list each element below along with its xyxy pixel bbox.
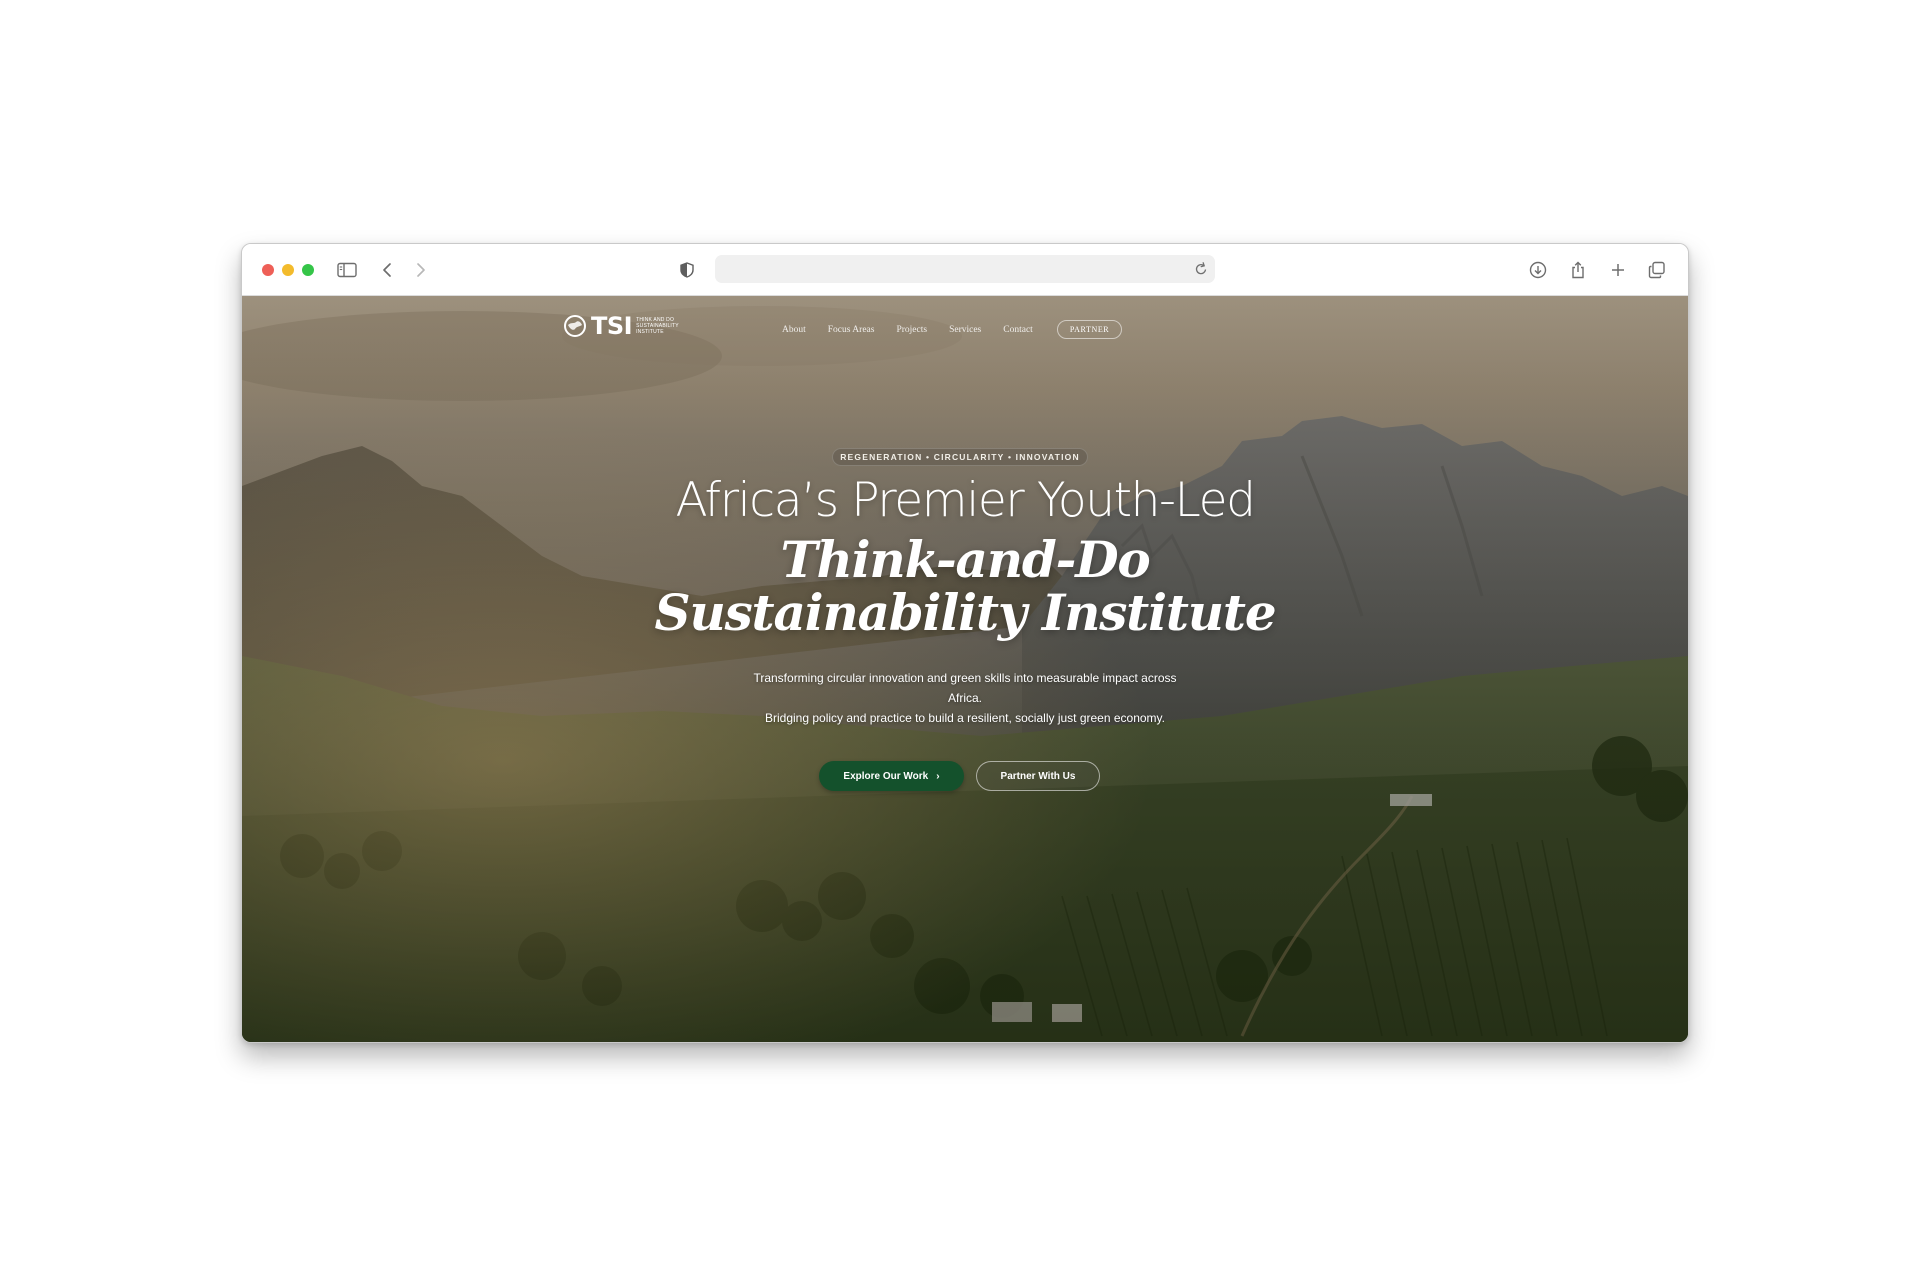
web-page: TSI THINK AND DO SUSTAINABILITY INSTITUT… — [242, 296, 1688, 1042]
explore-our-work-label: Explore Our Work — [843, 770, 929, 782]
partner-with-us-label: Partner With Us — [1000, 770, 1076, 782]
download-icon[interactable] — [1525, 258, 1551, 282]
hero-description-line1: Transforming circular innovation and gre… — [753, 671, 1177, 685]
hero-headline-line1: Africa’s Premier Youth-Led — [675, 473, 1255, 528]
explore-our-work-button[interactable]: Explore Our Work › — [819, 761, 964, 791]
globe-leaf-icon — [564, 315, 586, 337]
new-tab-icon[interactable] — [1605, 258, 1631, 282]
reload-icon[interactable] — [1194, 261, 1208, 282]
logo-wordmark: TSI — [591, 312, 633, 340]
back-icon[interactable] — [375, 258, 401, 282]
tabs-overview-icon[interactable] — [1644, 258, 1670, 282]
nav-services[interactable]: Services — [949, 325, 981, 335]
hero-tagline: REGENERATION • CIRCULARITY • INNOVATION — [832, 448, 1088, 466]
browser-toolbar — [242, 244, 1688, 296]
nav-partner-button[interactable]: PARTNER — [1056, 320, 1123, 339]
shield-icon[interactable] — [674, 258, 700, 282]
hero-headline-line3: Sustainability Institute — [654, 583, 1277, 642]
hero-description-line3: Bridging policy and practice to build a … — [765, 711, 1165, 725]
site-logo[interactable]: TSI THINK AND DO SUSTAINABILITY INSTITUT… — [562, 312, 706, 340]
chevron-right-icon: › — [936, 770, 940, 782]
browser-window: TSI THINK AND DO SUSTAINABILITY INSTITUT… — [241, 243, 1689, 1043]
logo-subtitle-line2: SUSTAINABILITY INSTITUTE — [636, 323, 679, 335]
nav-projects[interactable]: Projects — [896, 325, 927, 335]
minimize-window-button[interactable] — [282, 264, 294, 276]
main-nav: About Focus Areas Projects Services Cont… — [782, 320, 1123, 339]
nav-about[interactable]: About — [782, 325, 806, 335]
nav-focus-areas[interactable]: Focus Areas — [828, 325, 875, 335]
address-bar[interactable] — [715, 255, 1215, 283]
logo-subtitle: THINK AND DO SUSTAINABILITY INSTITUTE — [636, 317, 706, 335]
forward-icon[interactable] — [407, 258, 433, 282]
nav-contact[interactable]: Contact — [1003, 325, 1033, 335]
share-icon[interactable] — [1565, 258, 1591, 282]
hero-headline-line2: Think-and-Do — [780, 530, 1150, 589]
close-window-button[interactable] — [262, 264, 274, 276]
hero-description-line2: Africa. — [947, 691, 982, 705]
zoom-window-button[interactable] — [302, 264, 314, 276]
sidebar-icon[interactable] — [334, 258, 360, 282]
partner-with-us-button[interactable]: Partner With Us — [976, 761, 1100, 791]
